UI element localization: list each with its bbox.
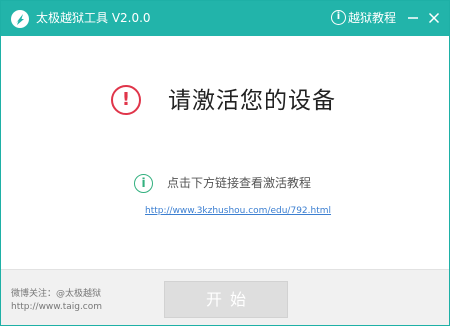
info-text: 点击下方链接查看激活教程: [167, 176, 312, 190]
activation-tutorial-link[interactable]: http://www.3kzhushou.com/edu/792.html: [145, 205, 331, 217]
window-title: 太极越狱工具 V2.0.0: [36, 11, 151, 25]
minimize-button[interactable]: [404, 9, 422, 27]
tutorial-link-label: 越狱教程: [348, 11, 397, 25]
app-logo-icon: [11, 10, 29, 28]
title-bar[interactable]: 太极越狱工具 V2.0.0 i 越狱教程: [1, 1, 449, 36]
close-icon: [428, 12, 440, 24]
close-button[interactable]: [425, 9, 443, 27]
start-button[interactable]: 开始: [164, 281, 288, 318]
website-text: http://www.taig.com: [11, 302, 103, 312]
info-circle-icon: i: [331, 10, 346, 25]
info-icon: i: [134, 174, 153, 193]
app-window: 太极越狱工具 V2.0.0 i 越狱教程 ! 请激活您的设备 i 点击下方链接查…: [0, 0, 450, 326]
alert-icon: !: [111, 85, 141, 115]
minimize-icon: [408, 17, 418, 19]
weibo-follow-text: 微博关注：@太极越狱: [11, 289, 102, 299]
activation-headline: 请激活您的设备: [168, 88, 336, 114]
footer: 微博关注：@太极越狱 http://www.taig.com 开始: [1, 269, 449, 325]
